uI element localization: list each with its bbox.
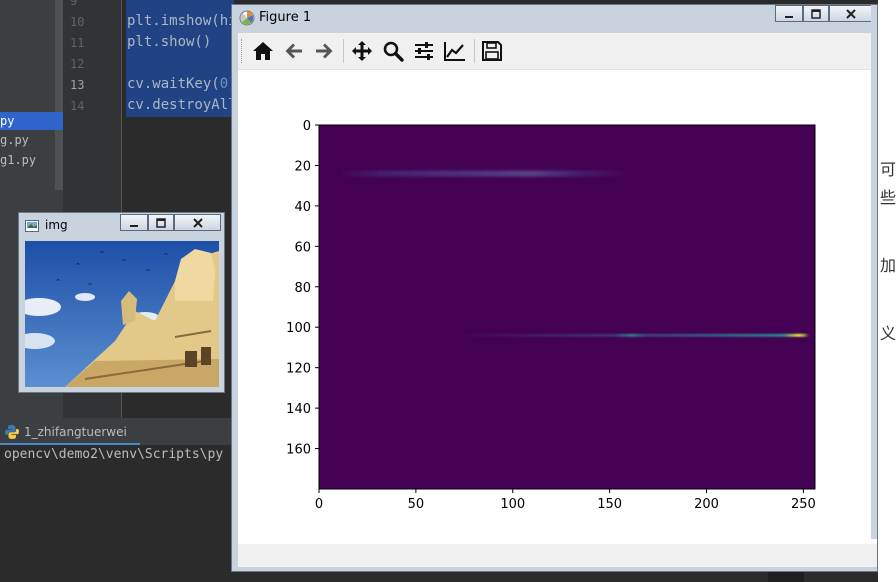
figure-window-border	[871, 5, 877, 539]
code-number-literal: 0	[219, 76, 229, 92]
zoom-button[interactable]	[379, 37, 407, 65]
img-window-title: img	[45, 218, 68, 232]
matplotlib-logo-icon	[239, 10, 255, 26]
heatmap-band	[454, 333, 808, 337]
minimize-icon	[130, 224, 138, 227]
figure-titlebar[interactable]: Figure 1	[232, 5, 877, 33]
background-document-strip: 可 些 加 义	[878, 0, 896, 582]
img-maximize-button[interactable]	[148, 214, 174, 231]
line-number: 11	[70, 36, 85, 50]
background-text-char: 些	[880, 188, 896, 207]
line-number-active: 13	[70, 78, 85, 92]
img-close-button[interactable]	[174, 214, 221, 231]
y-tick-label: 100	[286, 321, 311, 336]
minimize-icon	[785, 15, 793, 18]
figure-close-button[interactable]	[829, 5, 873, 22]
code-line[interactable]: plt.imshow(hi	[127, 13, 237, 29]
y-tick-label: 140	[286, 402, 311, 417]
x-tick-label: 0	[315, 497, 323, 512]
toolbar-grip[interactable]	[241, 39, 245, 63]
figure-client-area: 0 50 100 150 200 250 0 20 40 60 80 100 120 140 160	[238, 33, 877, 567]
line-number: 12	[70, 57, 85, 71]
run-tab-indicator	[0, 443, 140, 445]
move-icon	[352, 41, 372, 61]
x-tick-label: 50	[408, 497, 425, 512]
img-window[interactable]: img	[18, 212, 225, 393]
line-chart-icon	[444, 42, 465, 61]
subplots-button[interactable]	[410, 37, 438, 65]
y-tick-label: 40	[294, 200, 311, 215]
project-file-item[interactable]: g.py	[0, 133, 29, 147]
maximize-icon	[156, 217, 166, 228]
x-tick-label: 250	[791, 497, 816, 512]
arrow-left-icon	[285, 43, 302, 59]
axes-edit-button[interactable]	[441, 37, 469, 65]
code-line[interactable]: cv.waitKey(0)	[127, 76, 237, 92]
toolbar-separator	[343, 39, 344, 63]
heatmap-band	[338, 170, 629, 177]
floppy-disk-icon	[482, 41, 502, 61]
figure-minimize-button[interactable]	[775, 5, 803, 22]
line-number: 10	[70, 15, 85, 29]
img-minimize-button[interactable]	[120, 214, 148, 231]
line-number: 14	[70, 99, 85, 113]
heatmap-plot[interactable]: 0 50 100 150 200 250 0 20 40 60 80 100 120 140 160	[238, 69, 877, 544]
figure-maximize-button[interactable]	[803, 5, 829, 22]
y-tick-label: 20	[294, 159, 311, 174]
img-titlebar[interactable]: img	[19, 213, 224, 239]
navigation-toolbar	[238, 33, 877, 70]
figure-window[interactable]: Figure 1 0 50 100 150 200 250 0 20 40 60…	[231, 4, 878, 572]
y-tick-label: 0	[303, 119, 311, 134]
y-tick-label: 60	[294, 240, 311, 255]
line-number: 9	[70, 0, 78, 8]
y-tick-label: 80	[294, 281, 311, 296]
save-button[interactable]	[478, 37, 506, 65]
code-line[interactable]: cv.destroyAll	[127, 97, 237, 113]
home-button[interactable]	[249, 37, 277, 65]
plot-axes: 0 50 100 150 200 250 0 20 40 60 80 100 120 140 160	[286, 119, 816, 512]
forward-button[interactable]	[310, 37, 338, 65]
code-line[interactable]: plt.show()	[127, 34, 211, 50]
background-text-char: 加	[880, 256, 896, 275]
back-button[interactable]	[280, 37, 308, 65]
app-image-icon	[25, 220, 39, 232]
project-scrollbar[interactable]	[55, 0, 63, 190]
background-text-char: 可	[880, 160, 896, 179]
project-file-item[interactable]: py	[0, 112, 63, 130]
pan-button[interactable]	[348, 37, 376, 65]
background-text-char: 义	[880, 324, 896, 343]
figure-window-title: Figure 1	[259, 10, 312, 25]
x-tick-label: 100	[500, 497, 525, 512]
run-tab[interactable]: 1_zhifangtuerwei	[0, 420, 131, 444]
close-icon	[846, 8, 856, 19]
figure-window-controls	[775, 5, 875, 24]
x-tick-label: 150	[597, 497, 622, 512]
arrow-right-icon	[316, 43, 333, 59]
img-window-controls	[120, 214, 223, 232]
home-icon	[253, 42, 273, 60]
sliders-icon	[415, 42, 433, 60]
y-tick-label: 120	[286, 362, 311, 377]
img-preview-photo	[25, 241, 219, 387]
toolbar-separator	[474, 39, 475, 63]
magnifier-icon	[383, 41, 404, 62]
run-tab-label: 1_zhifangtuerwei	[24, 425, 127, 439]
heatmap-background	[319, 125, 815, 489]
run-console-output: opencv\demo2\venv\Scripts\py	[4, 447, 224, 462]
project-file-item[interactable]: g1.py	[0, 153, 36, 167]
status-bar	[238, 544, 877, 567]
x-tick-label: 200	[694, 497, 719, 512]
maximize-icon	[811, 8, 821, 19]
close-icon	[192, 217, 203, 228]
python-icon	[5, 425, 19, 439]
code-text: cv.waitKey(	[127, 76, 220, 92]
y-tick-label: 160	[286, 443, 311, 458]
